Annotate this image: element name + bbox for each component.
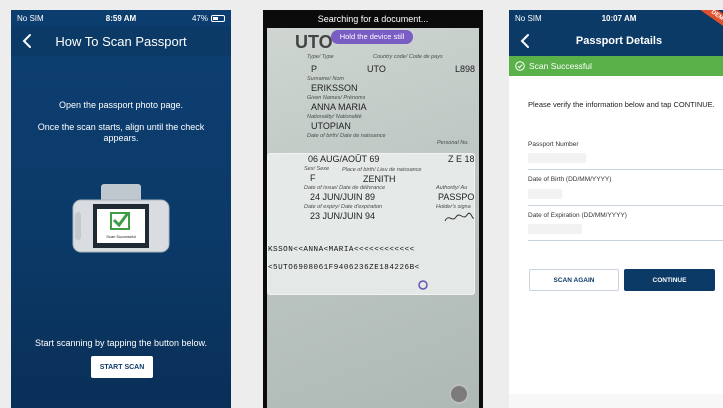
nav-bar: Passport Details (509, 26, 723, 56)
page-title: How To Scan Passport (55, 33, 187, 49)
illustration-caption: Scan Successful (106, 234, 136, 239)
place-of-birth-label: Place of birth/ Lieu de naissance (342, 167, 422, 173)
scan-status-text: Searching for a document... (317, 14, 429, 24)
field-underline (528, 169, 723, 170)
instruction-start: Start scanning by tapping the button bel… (34, 338, 208, 348)
battery-icon (210, 14, 225, 22)
shutter-button[interactable] (449, 384, 469, 404)
back-chevron-icon[interactable] (19, 32, 35, 50)
expiration-field[interactable] (528, 224, 582, 234)
field-underline (528, 205, 723, 206)
authority-value-partial: PASSPO (438, 192, 475, 202)
how-to-scan-screen: No SIM 8:59 AM 47% How To Scan Passport … (11, 10, 231, 408)
passport-number-field[interactable] (528, 153, 586, 163)
issue-date-label: Date of issue/ Date de délivrance (304, 185, 386, 191)
sex-label: Sex/ Sexe (304, 166, 330, 172)
clock: 10:07 AM (601, 13, 637, 23)
passport-header: UTO (295, 32, 333, 52)
start-scan-button[interactable]: START SCAN (91, 356, 153, 378)
phone-scan-illustration: Scan Successful (72, 184, 170, 253)
country-label: Country code/ Code de pays (373, 54, 443, 60)
status-bar: No SIM 10:07 AM (509, 10, 723, 26)
hold-still-hint: Hold the device still (331, 30, 413, 44)
scan-again-button[interactable]: SCAN AGAIN (529, 269, 619, 291)
dob-label: Date of Birth (DD/MM/YYYY) (528, 176, 612, 183)
mrz-line-2: <5UTO6908061F9406236ZE184226B< (268, 264, 420, 272)
nationality-label: Nationality/ Nationalité (307, 114, 362, 120)
issue-date-value: 24 JUN/JUIN 89 (310, 192, 376, 202)
nav-bar: How To Scan Passport (11, 26, 231, 56)
page-title: Passport Details (575, 35, 663, 47)
passport-number-label: Passport Number (528, 141, 579, 148)
dob-value: 06 AUG/AOÛT 69 (308, 154, 380, 164)
expiration-label: Date of Expiration (DD/MM/YYYY) (528, 212, 627, 219)
instructions-panel: Open the passport photo page. Once the s… (11, 56, 231, 408)
holder-signature (444, 212, 474, 222)
nationality-value: UTOPIAN (311, 121, 351, 131)
given-names-label: Given Names/ Prénoms (307, 95, 366, 101)
type-label: Type/ Type (307, 54, 334, 60)
back-chevron-icon[interactable] (517, 32, 533, 50)
instruction-align: Once the scan starts, align until the ch… (37, 122, 205, 143)
type-value: P (311, 64, 318, 74)
battery-percent: 47% (191, 13, 208, 23)
scan-frame: 06 AUG/AOÛT 69 Z E 18 Sex/ Sexe Place of… (267, 153, 475, 295)
holder-signature-label: Holder's signa (436, 204, 471, 210)
field-underline (528, 240, 723, 241)
camera-scan-screen: Searching for a document... UTO Type/ Ty… (263, 10, 483, 408)
surname-label: Surname/ Nom (307, 76, 344, 82)
status-bar: No SIM 8:59 AM 47% (11, 10, 231, 26)
passport-number-partial: L898 (455, 64, 476, 74)
dob-label: Date of birth/ Date de naissance (307, 133, 386, 139)
sex-value: F (310, 173, 316, 183)
country-value: UTO (367, 64, 386, 74)
bottom-bar (509, 394, 723, 408)
watermark-logo-icon (418, 280, 428, 290)
carrier-label: No SIM (17, 13, 44, 23)
scan-success-text: Scan Successful (529, 61, 592, 71)
surname-value: ERIKSSON (311, 83, 358, 93)
authority-label: Authority/ Au (436, 185, 468, 191)
expiry-value: 23 JUN/JUIN 94 (310, 211, 376, 221)
given-names-value: ANNA MARIA (311, 102, 367, 112)
continue-button[interactable]: CONTINUE (624, 269, 715, 291)
personal-number-partial: Z E 18 (448, 154, 475, 164)
scan-success-banner: Scan Successful (509, 56, 723, 76)
expiry-label: Date of expiry/ Date d'expiration (304, 204, 383, 210)
check-circle-icon (515, 61, 525, 71)
personal-number-label: Personal No. (437, 140, 469, 146)
place-of-birth-value: ZENITH (363, 174, 396, 184)
verify-instruction: Please verify the information below and … (528, 100, 715, 109)
mrz-line-1: KSSON<<ANNA<MARIA<<<<<<<<<<<< (268, 246, 415, 254)
clock: 8:59 AM (105, 13, 137, 23)
instruction-open-page: Open the passport photo page. (58, 100, 184, 110)
carrier-label: No SIM (515, 13, 542, 23)
passport-details-screen: No SIM 10:07 AM DEMO Passport Details Sc… (509, 10, 723, 408)
dob-field[interactable] (528, 189, 562, 199)
